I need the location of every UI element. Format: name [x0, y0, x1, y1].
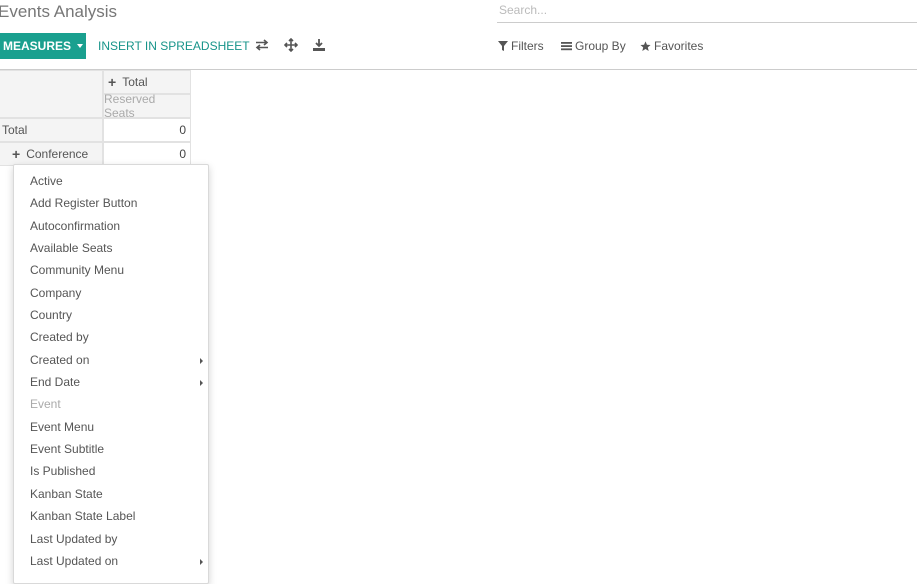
measure-menu-item[interactable]: End Date	[14, 371, 208, 393]
measure-menu-item: Event	[14, 393, 208, 415]
measures-list: Active Add Register Button Autoconfirmatio…	[14, 165, 208, 572]
measure-menu-item-label: Kanban State	[30, 486, 103, 501]
pivot-cell-total: 0	[103, 118, 191, 142]
measure-menu-item-label: Country	[30, 308, 73, 323]
pivot-corner	[0, 70, 103, 118]
measure-menu-item[interactable]: Community Menu	[14, 259, 208, 281]
group-by-label: Group By	[575, 39, 626, 53]
pivot-row-header-total[interactable]: Total	[0, 118, 103, 142]
pivot-row-header-conference[interactable]: + Conference	[0, 142, 103, 166]
measure-menu-item-label: Community Menu	[30, 263, 125, 278]
caret-right-icon	[200, 380, 203, 387]
measure-menu-item[interactable]: Created by	[14, 326, 208, 348]
favorites-label: Favorites	[654, 39, 704, 53]
caret-right-icon	[200, 357, 203, 364]
pivot-measure-header[interactable]: Reserved Seats	[103, 92, 191, 120]
measure-menu-item-label: Is Published	[30, 464, 96, 479]
filter-icon	[498, 41, 508, 51]
caret-down-icon	[77, 44, 83, 48]
filters-label: Filters	[511, 39, 544, 53]
measure-menu-item-label: Event	[30, 397, 61, 412]
pivot-cell-conference: 0	[103, 142, 191, 166]
measure-menu-item[interactable]: Autoconfirmation	[14, 215, 208, 237]
measure-menu-item-label: Active	[30, 174, 63, 188]
measure-menu-item-label: Created on	[30, 352, 90, 367]
measure-menu-item-label: Available Seats	[30, 241, 113, 256]
measure-menu-item-label: Created by	[30, 330, 89, 345]
measure-menu-item[interactable]: Event Subtitle	[14, 438, 208, 460]
measure-menu-item[interactable]: Company	[14, 282, 208, 304]
measure-menu-item[interactable]: Add Register Button	[14, 192, 208, 214]
pivot-row-label: Conference	[26, 147, 89, 161]
measure-menu-item-label: Kanban State Label	[30, 509, 136, 524]
caret-right-icon	[200, 558, 203, 565]
measure-menu-item[interactable]: Country	[14, 304, 208, 326]
flip-axis-icon[interactable]	[254, 36, 270, 54]
search-bar	[497, 0, 917, 23]
measure-menu-item-label: Event Subtitle	[30, 442, 105, 457]
list-icon	[561, 42, 572, 51]
measure-menu-item[interactable]: Kanban State Label	[14, 505, 208, 527]
measure-menu-item-label: Last Updated by	[30, 531, 118, 546]
measure-menu-item-label: Last Updated on	[30, 553, 119, 568]
measure-menu-item-label: Autoconfirmation	[30, 218, 121, 233]
measure-menu-item[interactable]: Kanban State	[14, 483, 208, 505]
measure-menu-item[interactable]: Last Updated on	[14, 550, 208, 572]
group-by-button[interactable]: Group By	[561, 39, 626, 53]
measure-menu-item[interactable]: Created on	[14, 349, 208, 371]
measure-menu-item-label: Add Register Button	[30, 196, 138, 211]
measure-menu-item-label: End Date	[30, 375, 81, 390]
star-icon	[640, 40, 651, 51]
favorites-button[interactable]: Favorites	[640, 39, 703, 53]
pivot-col-header-total[interactable]: + Total	[103, 70, 191, 94]
measures-dropdown: Active Add Register Button Autoconfirmatio…	[13, 164, 209, 584]
measure-menu-item[interactable]: Active	[14, 170, 208, 192]
plus-icon: +	[108, 74, 117, 90]
insert-in-spreadsheet-button[interactable]: INSERT IN SPREADSHEET	[98, 39, 250, 53]
measure-menu-item-label: Company	[30, 285, 82, 300]
measure-menu-item[interactable]: Available Seats	[14, 237, 208, 259]
download-icon[interactable]	[311, 36, 327, 54]
expand-all-icon[interactable]	[283, 36, 299, 54]
measure-menu-item-label: Event Menu	[30, 419, 95, 434]
pivot-col-header-label: Total	[122, 75, 148, 89]
plus-icon: +	[12, 146, 21, 162]
measures-button[interactable]: MEASURES	[0, 33, 86, 59]
measure-menu-item[interactable]: Is Published	[14, 460, 208, 482]
measure-menu-item[interactable]: Last Updated by	[14, 528, 208, 550]
filters-button[interactable]: Filters	[498, 39, 544, 53]
search-input[interactable]	[497, 0, 917, 20]
page-title: Events Analysis	[0, 2, 118, 21]
measures-label: MEASURES	[2, 39, 71, 53]
measure-menu-item[interactable]: Event Menu	[14, 416, 208, 438]
